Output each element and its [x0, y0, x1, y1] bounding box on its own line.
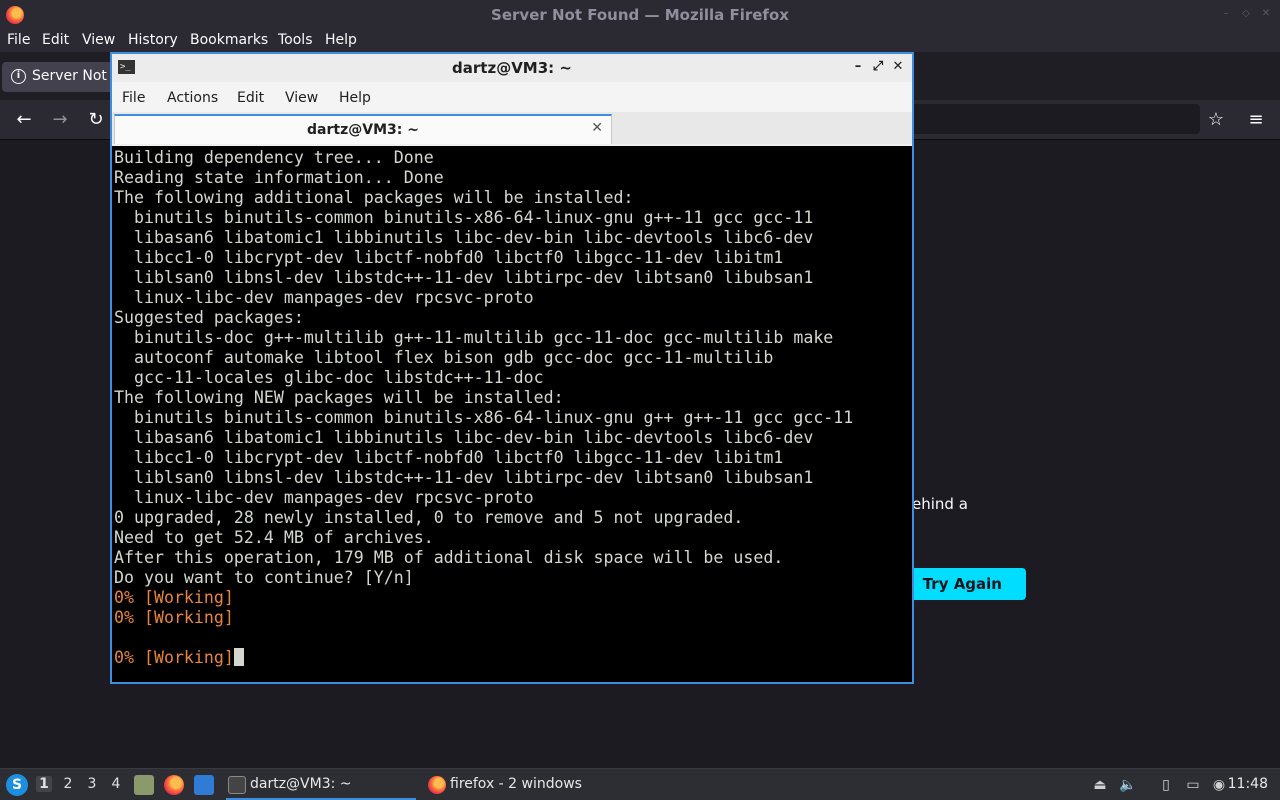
terminal-line: liblsan0 libnsl-dev libstdc++-11-dev lib… [114, 468, 814, 487]
terminal-titlebar[interactable]: >_ dartz@VM3: ~ – ⤢ ✕ [112, 54, 912, 82]
terminal-menu-file[interactable]: File [122, 90, 145, 106]
terminal-line: 0% [Working] [114, 588, 234, 607]
terminal-line: 0% [Working] [114, 648, 853, 668]
terminal-tabbar: dartz@VM3: ~ ✕ [112, 112, 912, 144]
terminal-line: linux-libc-dev manpages-dev rpcsvc-proto [114, 488, 534, 507]
start-menu-icon[interactable]: S [6, 774, 28, 796]
firefox-icon [428, 776, 446, 794]
bookmark-star-icon[interactable]: ☆ [1204, 108, 1228, 132]
terminal-line: Do you want to continue? [Y/n] [114, 568, 414, 587]
firefox-menu-file[interactable]: File [7, 32, 30, 48]
maximize-icon[interactable]: ◇ [1240, 8, 1252, 20]
error-description-fragment: ehind a [912, 495, 968, 513]
taskbar-task-firefox[interactable]: firefox - 2 windows [426, 770, 626, 800]
terminal-line: Suggested packages: [114, 308, 304, 327]
terminal-window-title: dartz@VM3: ~ [452, 59, 572, 77]
terminal-line: Reading state information... Done [114, 168, 444, 187]
taskbar-task-terminal-label: dartz@VM3: ~ [250, 776, 352, 792]
updates-icon[interactable]: ◉ [1210, 776, 1228, 794]
back-arrow-icon[interactable]: ← [12, 108, 36, 132]
taskbar: S 1 2 3 4 dartz@VM3: ~ firefox - 2 windo… [0, 768, 1280, 800]
firefox-menu-edit[interactable]: Edit [42, 32, 69, 48]
taskbar-task-firefox-label: firefox - 2 windows [450, 776, 582, 792]
file-manager-launcher-icon[interactable] [134, 775, 154, 795]
terminal-line: libasan6 libatomic1 libbinutils libc-dev… [114, 228, 814, 247]
firefox-titlebar: Server Not Found — Mozilla Firefox – ◇ ✕ [0, 0, 1280, 30]
tab-close-icon[interactable]: ✕ [591, 120, 603, 136]
firefox-menu-history[interactable]: History [128, 32, 178, 48]
terminal-line: libcc1-0 libcrypt-dev libctf-nobfd0 libc… [114, 448, 784, 467]
firefox-tab-label: Server Not F [32, 68, 120, 84]
info-icon: i [11, 69, 26, 84]
terminal-window: >_ dartz@VM3: ~ – ⤢ ✕ File Actions Edit … [110, 52, 914, 684]
terminal-menu-view[interactable]: View [285, 90, 318, 106]
firefox-launcher-icon[interactable] [164, 775, 184, 795]
desktop-launcher-icon[interactable] [194, 775, 214, 795]
terminal-menu-help[interactable]: Help [339, 90, 371, 106]
firefox-menu-tools[interactable]: Tools [278, 32, 313, 48]
terminal-line: gcc-11-locales glibc-doc libstdc++-11-do… [114, 368, 544, 387]
workspace-3[interactable]: 3 [84, 776, 100, 792]
minimize-icon[interactable]: – [850, 59, 866, 75]
terminal-menu-edit[interactable]: Edit [237, 90, 264, 106]
terminal-line: 0 upgraded, 28 newly installed, 0 to rem… [114, 508, 744, 527]
terminal-line: After this operation, 179 MB of addition… [114, 548, 784, 567]
hamburger-menu-icon[interactable]: ≡ [1244, 108, 1268, 132]
terminal-cursor [233, 648, 244, 666]
terminal-line: liblsan0 libnsl-dev libstdc++-11-dev lib… [114, 268, 814, 287]
firefox-menubar: File Edit View History Bookmarks Tools H… [0, 30, 1280, 52]
terminal-line: libcc1-0 libcrypt-dev libctf-nobfd0 libc… [114, 248, 784, 267]
terminal-line: Need to get 52.4 MB of archives. [114, 528, 434, 547]
terminal-lines: Building dependency tree... Done Reading … [114, 148, 853, 668]
network-icon[interactable]: ▭ [1184, 776, 1202, 794]
tray-eject-icon[interactable]: ⏏ [1091, 776, 1109, 794]
workspace-4[interactable]: 4 [108, 776, 124, 792]
terminal-line: binutils binutils-common binutils-x86-64… [114, 408, 854, 427]
terminal-line: autoconf automake libtool flex bison gdb… [114, 348, 774, 367]
workspace-2[interactable]: 2 [60, 776, 76, 792]
terminal-line: Building dependency tree... Done [114, 148, 434, 167]
terminal-line: binutils binutils-common binutils-x86-64… [114, 208, 814, 227]
firefox-window-title: Server Not Found — Mozilla Firefox [491, 6, 789, 24]
workspace-1[interactable]: 1 [36, 776, 52, 792]
terminal-line: 0% [Working] [114, 608, 234, 627]
maximize-icon[interactable]: ⤢ [870, 59, 886, 75]
firefox-menu-view[interactable]: View [82, 32, 115, 48]
taskbar-task-terminal[interactable]: dartz@VM3: ~ [226, 770, 416, 800]
terminal-output[interactable]: Building dependency tree... Done Reading … [112, 146, 912, 682]
terminal-tab[interactable]: dartz@VM3: ~ ✕ [114, 114, 612, 144]
clock: 11:48 [1227, 776, 1268, 792]
close-icon[interactable]: ✕ [1260, 8, 1272, 20]
close-icon[interactable]: ✕ [890, 59, 906, 75]
firefox-menu-bookmarks[interactable]: Bookmarks [190, 32, 268, 48]
firefox-menu-help[interactable]: Help [325, 32, 357, 48]
try-again-button[interactable]: Try Again [904, 568, 1026, 600]
forward-arrow-icon[interactable]: → [48, 108, 72, 132]
terminal-line: The following NEW packages will be insta… [114, 388, 564, 407]
terminal-line: binutils-doc g++-multilib g++-11-multili… [114, 328, 834, 347]
terminal-menu-actions[interactable]: Actions [167, 90, 218, 106]
terminal-menubar: File Actions Edit View Help [112, 82, 912, 112]
terminal-tab-label: dartz@VM3: ~ [307, 122, 419, 138]
minimize-icon[interactable]: – [1220, 8, 1232, 20]
terminal-line: The following additional packages will b… [114, 188, 634, 207]
terminal-icon [228, 776, 246, 794]
clipboard-icon[interactable]: ▯ [1157, 776, 1175, 794]
reload-icon[interactable]: ↻ [84, 108, 108, 132]
volume-icon[interactable]: 🔈 [1119, 776, 1137, 794]
terminal-line: libasan6 libatomic1 libbinutils libc-dev… [114, 428, 814, 447]
terminal-line: linux-libc-dev manpages-dev rpcsvc-proto [114, 288, 534, 307]
